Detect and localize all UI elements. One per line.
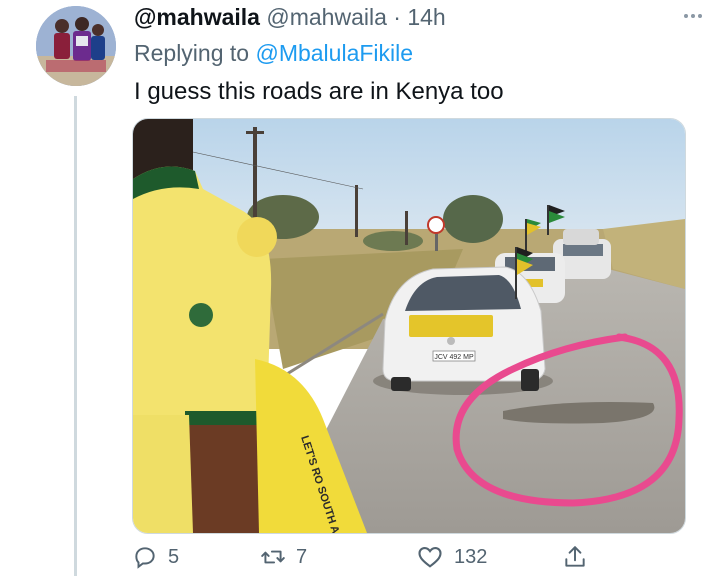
retweet-icon — [261, 550, 285, 564]
more-horizontal-icon[interactable] — [684, 14, 702, 18]
like-button[interactable]: 132 — [416, 543, 487, 571]
display-name[interactable]: @mahwaila — [134, 4, 260, 30]
retweet-count: 7 — [296, 545, 308, 568]
tweet-header: @mahwaila @mahwaila · 14h — [134, 4, 446, 31]
tweet-actions: 5 7 132 — [132, 540, 592, 574]
user-handle[interactable]: @mahwaila — [266, 4, 387, 30]
thread-line — [74, 96, 77, 576]
timestamp[interactable]: 14h — [407, 4, 445, 30]
heart-icon — [418, 546, 442, 568]
avatar[interactable] — [36, 6, 116, 86]
tweet-photo[interactable]: JCV 492 MP LET'S RO SOUTH A TOGE — [132, 118, 686, 534]
share-button[interactable] — [562, 544, 588, 570]
replying-prefix: Replying to — [134, 40, 256, 66]
share-icon — [565, 546, 585, 567]
reply-count: 5 — [168, 545, 180, 568]
tweet-text: I guess this roads are in Kenya too — [134, 78, 504, 105]
replying-to: Replying to @MbalulaFikile — [134, 40, 413, 67]
reply-icon — [135, 547, 155, 569]
separator-dot: · — [393, 4, 401, 30]
reply-button[interactable]: 5 — [132, 544, 179, 570]
mention-link[interactable]: @MbalulaFikile — [255, 40, 413, 66]
like-count: 132 — [454, 545, 488, 568]
retweet-button[interactable]: 7 — [260, 544, 307, 570]
license-plate: JCV 492 MP — [434, 354, 474, 361]
